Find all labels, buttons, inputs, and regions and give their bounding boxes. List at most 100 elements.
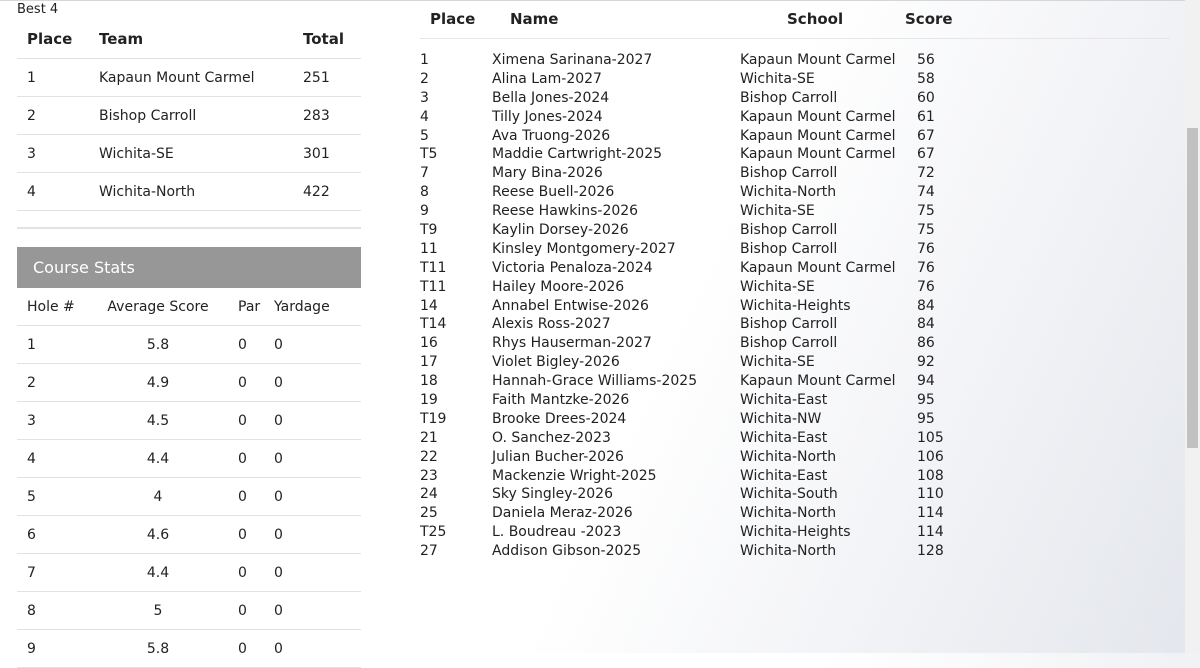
- best-label: Best 4: [17, 2, 59, 17]
- player-name: Julian Bucher-2026: [492, 448, 624, 465]
- list-item: 22 Julian Bucher-2026 Wichita-North 106: [420, 449, 1170, 468]
- list-item: T11 Hailey Moore-2026 Wichita-SE 76: [420, 279, 1170, 298]
- list-item: 1 Ximena Sarinana-2027 Kapaun Mount Carmel…: [420, 52, 1170, 71]
- hole-yardage: 0: [274, 325, 361, 364]
- player-name: Victoria Penaloza-2024: [492, 259, 653, 276]
- player-school: Wichita-Heights: [740, 524, 851, 541]
- player-score: 76: [917, 259, 935, 276]
- course-stats-title: Course Stats: [17, 247, 361, 288]
- list-item: T14 Alexis Ross-2027 Bishop Carroll 84: [420, 316, 1170, 335]
- team-total: 283: [293, 96, 361, 135]
- player-place: 8: [420, 184, 429, 201]
- player-name: Daniela Meraz-2026: [492, 505, 633, 522]
- player-school: Bishop Carroll: [740, 222, 838, 239]
- individual-header-score: Score: [905, 10, 953, 28]
- table-row: 8 5 0 0: [17, 591, 361, 630]
- player-name: Reese Hawkins-2026: [492, 203, 639, 220]
- table-row: 6 4.6 0 0: [17, 515, 361, 554]
- player-school: Wichita-South: [740, 486, 838, 503]
- hole-yardage: 0: [274, 363, 361, 402]
- player-school: Bishop Carroll: [740, 240, 838, 257]
- player-name: Brooke Drees-2024: [492, 410, 627, 427]
- player-name: Reese Buell-2026: [492, 184, 615, 201]
- list-item: 23 Mackenzie Wright-2025 Wichita-East 108: [420, 468, 1170, 487]
- list-item: 2 Alina Lam-2027 Wichita-SE 58: [420, 71, 1170, 90]
- team-header-team: Team: [89, 20, 293, 59]
- list-item: 3 Bella Jones-2024 Bishop Carroll 60: [420, 90, 1170, 109]
- player-place: 4: [420, 108, 429, 125]
- list-item: 21 O. Sanchez-2023 Wichita-East 105: [420, 430, 1170, 449]
- hole-number: 6: [17, 515, 90, 554]
- hole-yardage: 0: [274, 553, 361, 592]
- list-item: 24 Sky Singley-2026 Wichita-South 110: [420, 486, 1170, 505]
- hole-yardage: 0: [274, 439, 361, 478]
- player-score: 76: [917, 278, 935, 295]
- player-score: 110: [917, 486, 944, 503]
- hole-number: 4: [17, 439, 90, 478]
- individual-list: 1 Ximena Sarinana-2027 Kapaun Mount Carmel…: [420, 52, 1170, 562]
- player-place: T19: [420, 410, 447, 427]
- player-name: Faith Mantzke-2026: [492, 392, 630, 409]
- team-name: Kapaun Mount Carmel: [89, 58, 293, 97]
- player-name: Rhys Hauserman-2027: [492, 335, 652, 352]
- table-row: 3 4.5 0 0: [17, 401, 361, 440]
- player-name: Kinsley Montgomery-2027: [492, 240, 676, 257]
- player-place: 19: [420, 392, 438, 409]
- player-place: 18: [420, 373, 438, 390]
- player-name: Ximena Sarinana-2027: [492, 52, 653, 68]
- player-place: 11: [420, 240, 438, 257]
- table-row: 9 5.8 0 0: [17, 629, 361, 668]
- team-total: 251: [293, 58, 361, 97]
- player-place: 5: [420, 127, 429, 144]
- player-place: 24: [420, 486, 438, 503]
- player-place: T14: [420, 316, 447, 333]
- team-results-table: Place Team Total 1 Kapaun Mount Carmel 2…: [17, 20, 361, 211]
- player-name: Hailey Moore-2026: [492, 278, 625, 295]
- stats-header-avg: Average Score: [90, 288, 226, 326]
- player-school: Kapaun Mount Carmel: [740, 146, 896, 163]
- list-item: 18 Hannah-Grace Williams-2025 Kapaun Mount…: [420, 373, 1170, 392]
- individual-header-row: Place Name School Score: [420, 0, 1170, 39]
- team-place: 2: [17, 96, 89, 135]
- list-item: T25 L. Boudreau -2023 Wichita-Heights 114: [420, 524, 1170, 543]
- player-name: Maddie Cartwright-2025: [492, 146, 663, 163]
- player-score: 106: [917, 448, 944, 465]
- player-score: 56: [917, 52, 935, 68]
- stats-header-row: Hole # Average Score Par Yardage: [17, 288, 361, 326]
- player-name: Annabel Entwise-2026: [492, 297, 649, 314]
- table-row: 1 Kapaun Mount Carmel 251: [17, 58, 361, 97]
- player-name: Mary Bina-2026: [492, 165, 603, 182]
- vertical-scrollbar[interactable]: [1185, 0, 1200, 653]
- player-school: Kapaun Mount Carmel: [740, 127, 896, 144]
- list-item: 11 Kinsley Montgomery-2027 Bishop Carroll 7…: [420, 241, 1170, 260]
- player-school: Bishop Carroll: [740, 335, 838, 352]
- player-score: 94: [917, 373, 935, 390]
- hole-par: 0: [226, 553, 274, 592]
- player-place: 17: [420, 354, 438, 371]
- player-place: 14: [420, 297, 438, 314]
- hole-par: 0: [226, 401, 274, 440]
- player-school: Bishop Carroll: [740, 165, 838, 182]
- list-item: 5 Ava Truong-2026 Kapaun Mount Carmel 67: [420, 128, 1170, 147]
- player-score: 95: [917, 392, 935, 409]
- player-score: 76: [917, 240, 935, 257]
- hole-average: 5.8: [90, 325, 226, 364]
- list-item: 16 Rhys Hauserman-2027 Bishop Carroll 86: [420, 335, 1170, 354]
- player-school: Wichita-East: [740, 429, 828, 446]
- player-score: 114: [917, 524, 944, 541]
- team-total: 422: [293, 172, 361, 211]
- course-stats-table: Hole # Average Score Par Yardage 1 5.8 0…: [17, 288, 361, 668]
- player-name: Alexis Ross-2027: [492, 316, 611, 333]
- player-place: 16: [420, 335, 438, 352]
- player-score: 61: [917, 108, 935, 125]
- player-name: Hannah-Grace Williams-2025: [492, 373, 698, 390]
- player-score: 86: [917, 335, 935, 352]
- scrollbar-thumb[interactable]: [1187, 128, 1198, 448]
- stats-header-yardage: Yardage: [274, 288, 361, 326]
- table-row: 1 5.8 0 0: [17, 325, 361, 364]
- hole-number: 9: [17, 629, 90, 668]
- team-name: Wichita-SE: [89, 134, 293, 173]
- player-name: Ava Truong-2026: [492, 127, 611, 144]
- hole-number: 3: [17, 401, 90, 440]
- table-row: 4 4.4 0 0: [17, 439, 361, 478]
